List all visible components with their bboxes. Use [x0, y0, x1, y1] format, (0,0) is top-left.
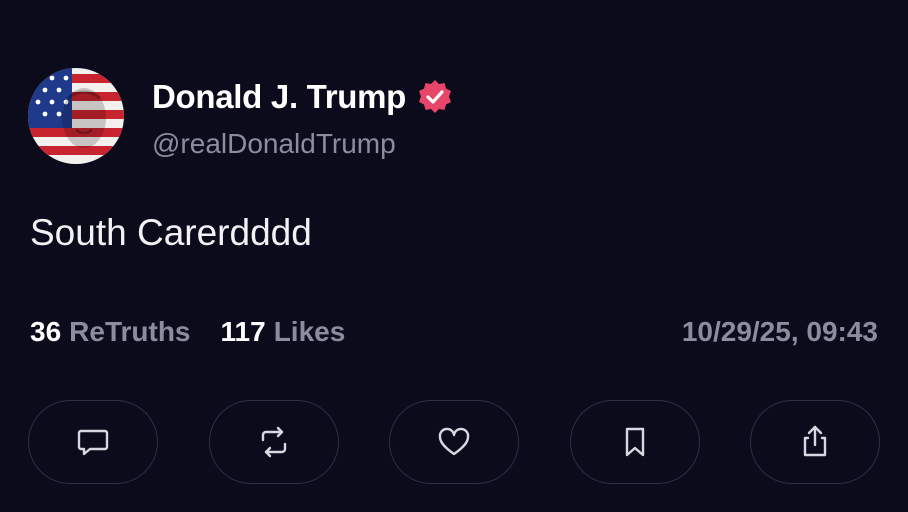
post-timestamp: 10/29/25, 09:43	[681, 316, 878, 347]
action-bar	[28, 400, 880, 484]
post-stats: 36 ReTruths 117 Likes	[30, 316, 345, 348]
bookmark-icon	[625, 427, 644, 457]
retruths-count: 36	[30, 316, 62, 347]
retruth-button[interactable]	[208, 400, 339, 484]
comment-icon	[77, 429, 109, 456]
reply-button[interactable]	[28, 400, 158, 484]
likes-stat[interactable]: 117 Likes	[221, 316, 346, 348]
display-name-text[interactable]: Donald J. Trump	[152, 78, 406, 116]
avatar[interactable]	[28, 68, 124, 164]
like-button[interactable]	[389, 400, 519, 484]
avatar-image	[28, 68, 124, 164]
heart-icon	[438, 427, 470, 456]
share-icon	[803, 425, 827, 457]
verified-badge-icon	[416, 78, 454, 116]
bookmark-button[interactable]	[569, 400, 700, 484]
retruth-icon	[261, 426, 286, 458]
retruths-label: ReTruths	[69, 316, 191, 347]
likes-label: Likes	[273, 316, 346, 347]
post-text: South Carerdddd	[30, 212, 312, 253]
post-card: Donald J. Trump @realDonaldTrump South C…	[0, 0, 908, 512]
share-button[interactable]	[750, 400, 880, 484]
retruths-stat[interactable]: 36 ReTruths	[30, 316, 191, 348]
likes-count: 117	[220, 316, 266, 347]
display-name[interactable]: Donald J. Trump	[152, 78, 454, 116]
user-handle[interactable]: @realDonaldTrump	[152, 128, 396, 160]
